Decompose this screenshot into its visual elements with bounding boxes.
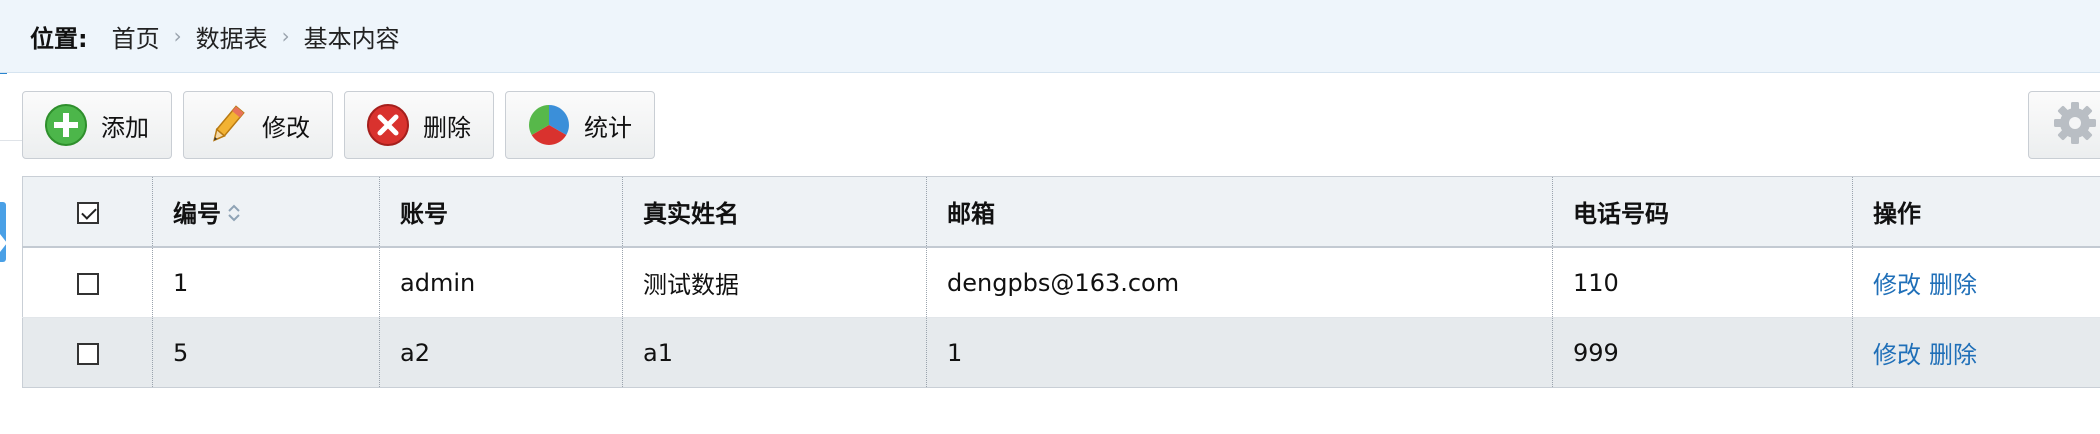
breadcrumb-item-home[interactable]: 首页 — [112, 19, 160, 54]
column-header-account: 账号 — [379, 176, 623, 248]
cell-account: admin — [379, 246, 623, 318]
cell-email: dengpbs@163.com — [926, 246, 1553, 318]
table-row: 1 admin 测试数据 dengpbs@163.com 110 修改 删除 — [22, 246, 2100, 318]
row-select-cell — [22, 246, 153, 318]
edit-button-label: 修改 — [262, 113, 310, 142]
add-button-label: 添加 — [101, 113, 149, 142]
cell-id: 1 — [152, 246, 380, 318]
toolbar: 添加 修改 删除 统计 — [22, 91, 655, 159]
pencil-icon — [204, 102, 250, 148]
gear-icon — [2051, 99, 2099, 151]
breadcrumb-item-datatable[interactable]: 数据表 — [196, 19, 268, 54]
table-header-row: 编号 账号 真实姓名 邮箱 电话号码 操作 — [22, 176, 2100, 248]
column-header-phone: 电话号码 — [1552, 176, 1853, 248]
row-delete-link[interactable]: 删除 — [1929, 341, 1977, 369]
row-checkbox[interactable] — [76, 272, 99, 295]
column-header-actions: 操作 — [1852, 176, 2100, 248]
cell-phone: 110 — [1552, 246, 1853, 318]
table-row: 5 a2 a1 1 999 修改 删除 — [22, 317, 2100, 388]
sidebar-collapse-handle[interactable] — [0, 202, 6, 262]
row-edit-link[interactable]: 修改 — [1873, 341, 1921, 369]
pie-chart-icon — [526, 102, 572, 148]
row-checkbox[interactable] — [76, 342, 99, 365]
delete-button[interactable]: 删除 — [344, 91, 494, 159]
add-icon — [43, 102, 89, 148]
settings-button[interactable] — [2028, 91, 2100, 159]
row-select-cell — [22, 317, 153, 388]
delete-button-label: 删除 — [423, 113, 471, 142]
column-header-real-name: 真实姓名 — [622, 176, 927, 248]
breadcrumb-item-basic-content[interactable]: 基本内容 — [304, 19, 400, 54]
chevron-right-icon: › — [173, 24, 182, 48]
cell-id: 5 — [152, 317, 380, 388]
cell-account: a2 — [379, 317, 623, 388]
select-all-cell — [22, 176, 153, 248]
statistics-button-label: 统计 — [584, 113, 632, 142]
cell-email: 1 — [926, 317, 1553, 388]
sort-icon[interactable] — [227, 201, 241, 229]
collapse-arrow-icon — [0, 234, 7, 252]
edit-button[interactable]: 修改 — [183, 91, 333, 159]
statistics-button[interactable]: 统计 — [505, 91, 655, 159]
delete-icon — [365, 102, 411, 148]
breadcrumb: 位置: 首页 › 数据表 › 基本内容 — [0, 0, 2100, 73]
cell-actions: 修改 删除 — [1852, 246, 2100, 318]
cell-real-name: 测试数据 — [622, 246, 927, 318]
row-edit-link[interactable]: 修改 — [1873, 271, 1921, 299]
column-header-email: 邮箱 — [926, 176, 1553, 248]
left-divider — [0, 140, 22, 141]
breadcrumb-label: 位置: — [30, 24, 88, 53]
cell-real-name: a1 — [622, 317, 927, 388]
cell-phone: 999 — [1552, 317, 1853, 388]
select-all-checkbox[interactable] — [76, 201, 99, 224]
data-table: 编号 账号 真实姓名 邮箱 电话号码 操作 1 admin 测试数据 dengp… — [22, 176, 2100, 388]
cell-actions: 修改 删除 — [1852, 317, 2100, 388]
add-button[interactable]: 添加 — [22, 91, 172, 159]
column-header-id[interactable]: 编号 — [152, 176, 380, 248]
row-delete-link[interactable]: 删除 — [1929, 271, 1977, 299]
column-header-id-label: 编号 — [173, 200, 221, 228]
chevron-right-icon: › — [281, 24, 290, 48]
